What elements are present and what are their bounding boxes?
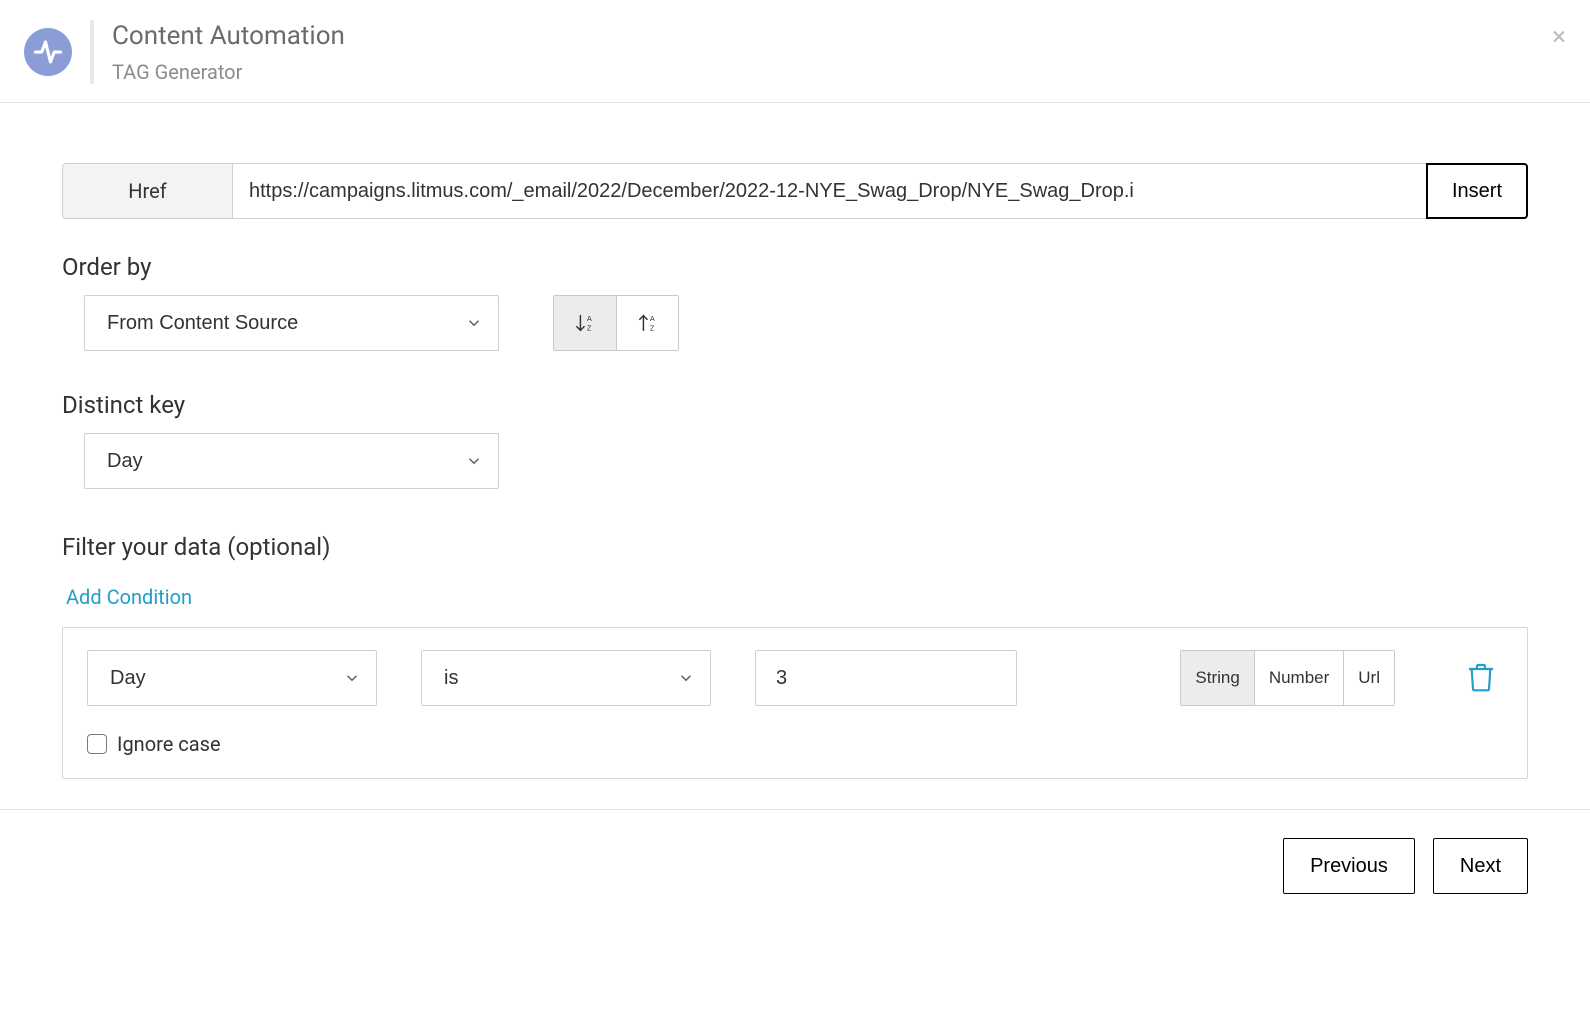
order-by-select[interactable]: From Content Source	[84, 295, 499, 351]
distinct-key-section: Distinct key Day	[62, 391, 1528, 489]
close-icon[interactable]: ×	[1552, 24, 1566, 50]
condition-field-select[interactable]: Day	[87, 650, 377, 706]
header-titles: Content Automation TAG Generator	[112, 20, 345, 84]
modal-title: Content Automation	[112, 20, 345, 54]
ignore-case-checkbox[interactable]	[87, 734, 107, 754]
order-by-label: Order by	[62, 253, 1528, 281]
filter-label: Filter your data (optional)	[62, 533, 1528, 561]
href-label: Href	[62, 163, 232, 219]
sort-desc-button[interactable]: AZ	[554, 296, 616, 350]
activity-icon	[24, 28, 72, 76]
svg-text:Z: Z	[649, 323, 654, 332]
modal-subtitle: TAG Generator	[112, 60, 345, 84]
modal-body: Href Insert Order by From Content Source…	[0, 103, 1590, 809]
filter-section: Filter your data (optional) Add Conditio…	[62, 533, 1528, 779]
type-url-button[interactable]: Url	[1343, 651, 1394, 705]
svg-text:Z: Z	[587, 323, 592, 332]
distinct-key-label: Distinct key	[62, 391, 1528, 419]
type-number-button[interactable]: Number	[1254, 651, 1343, 705]
add-condition-link[interactable]: Add Condition	[66, 585, 192, 609]
href-input[interactable]	[232, 163, 1426, 219]
sort-desc-icon: AZ	[574, 312, 596, 334]
condition-type-toggle: String Number Url	[1180, 650, 1395, 706]
sort-direction-toggle: AZ AZ	[553, 295, 679, 351]
tag-generator-modal: Content Automation TAG Generator × Href …	[0, 0, 1590, 1023]
condition-row: Day is String Number Url	[87, 650, 1503, 706]
order-by-section: Order by From Content Source AZ AZ	[62, 253, 1528, 351]
condition-value-input[interactable]	[755, 650, 1017, 706]
sort-asc-button[interactable]: AZ	[616, 296, 678, 350]
ignore-case-row: Ignore case	[87, 732, 1503, 756]
order-by-row: From Content Source AZ AZ	[62, 295, 1528, 351]
header-divider	[90, 20, 94, 84]
ignore-case-label: Ignore case	[117, 732, 221, 756]
condition-operator-select[interactable]: is	[421, 650, 711, 706]
delete-condition-button[interactable]	[1459, 661, 1503, 696]
trash-icon	[1465, 661, 1497, 693]
distinct-key-select[interactable]: Day	[84, 433, 499, 489]
svg-text:A: A	[649, 314, 654, 323]
next-button[interactable]: Next	[1433, 838, 1528, 894]
modal-header: Content Automation TAG Generator ×	[0, 0, 1590, 103]
href-row: Href Insert	[62, 163, 1528, 219]
previous-button[interactable]: Previous	[1283, 838, 1415, 894]
modal-footer: Previous Next	[0, 809, 1590, 924]
type-string-button[interactable]: String	[1181, 651, 1253, 705]
sort-asc-icon: AZ	[637, 312, 659, 334]
condition-box: Day is String Number Url	[62, 627, 1528, 779]
insert-button[interactable]: Insert	[1426, 163, 1528, 219]
svg-text:A: A	[587, 314, 592, 323]
